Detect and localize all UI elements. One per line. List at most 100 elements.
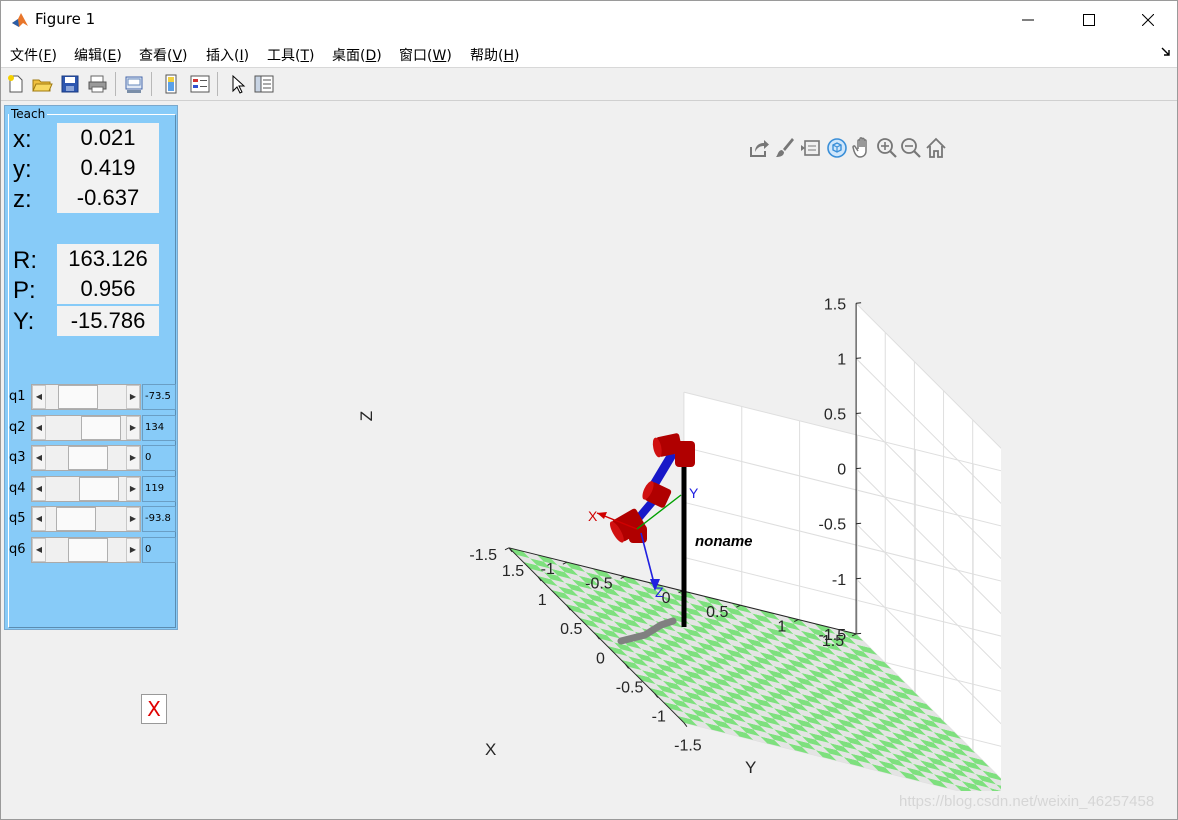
menu-help[interactable]: 帮助(H) bbox=[470, 45, 519, 65]
slider-left-arrow-icon[interactable]: ◀ bbox=[32, 537, 46, 562]
slider-right-arrow-icon[interactable]: ▶ bbox=[126, 446, 140, 470]
z-tick-mark bbox=[856, 302, 862, 304]
slider-track[interactable] bbox=[98, 385, 126, 409]
slider-thumb[interactable] bbox=[68, 446, 108, 470]
pitch-label: P: bbox=[13, 277, 36, 304]
joint-value-q5[interactable]: -93.8 bbox=[142, 506, 176, 532]
joint-slider-q4[interactable]: ◀ ▶ bbox=[31, 475, 141, 502]
new-figure-icon[interactable] bbox=[5, 73, 27, 95]
save-icon[interactable] bbox=[59, 73, 81, 95]
maximize-icon bbox=[1083, 14, 1095, 26]
y-tick-label: -1 bbox=[652, 709, 666, 726]
joint-label-q6: q6 bbox=[9, 541, 26, 557]
slider-track[interactable] bbox=[46, 537, 68, 562]
slider-right-arrow-icon[interactable]: ▶ bbox=[126, 385, 140, 409]
slider-right-arrow-icon[interactable]: ▶ bbox=[126, 507, 140, 531]
frame-y-label: Y bbox=[689, 485, 699, 501]
minimize-button[interactable] bbox=[999, 1, 1057, 39]
slider-track[interactable] bbox=[46, 507, 56, 531]
joint-label-q5: q5 bbox=[9, 511, 26, 526]
slider-track[interactable] bbox=[46, 385, 58, 409]
slider-track[interactable] bbox=[95, 507, 126, 531]
joint-slider-q6[interactable]: ◀ ▶ bbox=[31, 536, 141, 563]
joint-slider-q1[interactable]: ◀ ▶ bbox=[31, 384, 141, 410]
menu-insert[interactable]: 插入(I) bbox=[206, 45, 249, 65]
toolbar-separator bbox=[151, 72, 152, 96]
undock-arrow-icon[interactable] bbox=[1161, 47, 1171, 57]
z-tick-mark bbox=[856, 467, 862, 470]
menu-edit[interactable]: 编辑(E) bbox=[74, 45, 122, 65]
menu-file[interactable]: 文件(F) bbox=[10, 45, 57, 65]
x-value: 0.021 bbox=[57, 123, 159, 153]
close-teach-button[interactable]: X bbox=[141, 694, 167, 724]
x-axis-label: X bbox=[485, 740, 496, 759]
z-tick-label: 1.5 bbox=[824, 296, 846, 313]
slider-track[interactable] bbox=[119, 476, 126, 501]
z-axis-label: Z bbox=[357, 411, 376, 421]
y-tick-label: 0.5 bbox=[560, 621, 582, 638]
menu-window[interactable]: 窗口(W) bbox=[399, 45, 452, 65]
joint-value-q4[interactable]: 119 bbox=[142, 475, 176, 502]
slider-right-arrow-icon[interactable]: ▶ bbox=[126, 537, 140, 562]
joint-slider-q5[interactable]: ◀ ▶ bbox=[31, 506, 141, 532]
slider-track[interactable] bbox=[108, 446, 126, 470]
frame-x-label: X bbox=[588, 508, 598, 524]
joint-value-q2[interactable]: 134 bbox=[142, 414, 176, 441]
teach-legend: Teach bbox=[9, 107, 48, 121]
slider-thumb[interactable] bbox=[68, 537, 108, 562]
z-tick-label: 0.5 bbox=[824, 407, 846, 424]
slider-left-arrow-icon[interactable]: ◀ bbox=[32, 476, 46, 501]
joint-slider-q2[interactable]: ◀ ▶ bbox=[31, 414, 141, 441]
menu-desktop[interactable]: 桌面(D) bbox=[332, 45, 382, 65]
toolbar-separator bbox=[217, 72, 218, 96]
window-title: Figure 1 bbox=[35, 10, 96, 28]
print-icon[interactable] bbox=[87, 73, 109, 95]
slider-track[interactable] bbox=[108, 537, 126, 562]
slider-left-arrow-icon[interactable]: ◀ bbox=[32, 507, 46, 531]
slider-thumb[interactable] bbox=[55, 507, 96, 531]
slider-track[interactable] bbox=[46, 476, 80, 501]
slider-left-arrow-icon[interactable]: ◀ bbox=[32, 446, 46, 470]
slider-track[interactable] bbox=[46, 446, 68, 470]
slider-thumb[interactable] bbox=[79, 476, 120, 501]
slider-track[interactable] bbox=[46, 415, 81, 440]
slider-thumb[interactable] bbox=[58, 385, 98, 409]
figure-window: Figure 1 文件(F) 编辑(E) 查看(V) 插入(I) 工具(T) 桌… bbox=[0, 0, 1178, 820]
close-icon bbox=[1142, 14, 1154, 26]
edit-plot-cursor-icon[interactable] bbox=[227, 73, 249, 95]
maximize-button[interactable] bbox=[1060, 1, 1118, 39]
open-file-icon[interactable] bbox=[31, 73, 53, 95]
property-editor-icon[interactable] bbox=[253, 73, 275, 95]
joint-value-q6[interactable]: 0 bbox=[142, 536, 176, 563]
y-value: 0.419 bbox=[57, 153, 159, 183]
legend-icon[interactable] bbox=[189, 73, 211, 95]
slider-right-arrow-icon[interactable]: ▶ bbox=[126, 476, 140, 501]
joint-value-q1[interactable]: -73.5 bbox=[142, 384, 176, 410]
menu-tools[interactable]: 工具(T) bbox=[267, 45, 315, 65]
joint-label-q3: q3 bbox=[9, 450, 26, 465]
minimize-icon bbox=[1022, 19, 1034, 21]
joint-value-q3[interactable]: 0 bbox=[142, 445, 176, 471]
slider-left-arrow-icon[interactable]: ◀ bbox=[32, 385, 46, 409]
menu-view[interactable]: 查看(V) bbox=[139, 45, 188, 65]
slider-left-arrow-icon[interactable]: ◀ bbox=[32, 415, 46, 440]
title-bar: Figure 1 bbox=[1, 1, 1177, 39]
y-axis-label: Y bbox=[745, 758, 756, 777]
joint-slider-q3[interactable]: ◀ ▶ bbox=[31, 445, 141, 471]
z-tick-mark bbox=[856, 577, 862, 580]
slider-thumb[interactable] bbox=[80, 415, 121, 440]
x-tick-mark bbox=[504, 547, 510, 551]
joint-label-q1: q1 bbox=[9, 389, 26, 404]
yaw-label: Y: bbox=[13, 308, 35, 335]
frame-z-label: Z bbox=[655, 584, 664, 600]
z-tick-mark bbox=[856, 632, 862, 635]
link-plot-icon[interactable] bbox=[123, 73, 145, 95]
close-window-button[interactable] bbox=[1119, 1, 1177, 39]
robot-plot-3d[interactable]: 1.5 1 0.5 0 -0.5 -1 -1.5 1.5 1 0.5 0 -0.5 -1 -1.5 1.5 1… bbox=[341, 151, 1001, 791]
matlab-icon bbox=[11, 11, 29, 29]
colorbar-icon[interactable] bbox=[161, 73, 183, 95]
z-tick-label: 1 bbox=[837, 351, 846, 368]
slider-right-arrow-icon[interactable]: ▶ bbox=[126, 415, 140, 440]
joint-label-q4: q4 bbox=[9, 480, 26, 496]
x-tick-label: -0.5 bbox=[585, 576, 613, 593]
